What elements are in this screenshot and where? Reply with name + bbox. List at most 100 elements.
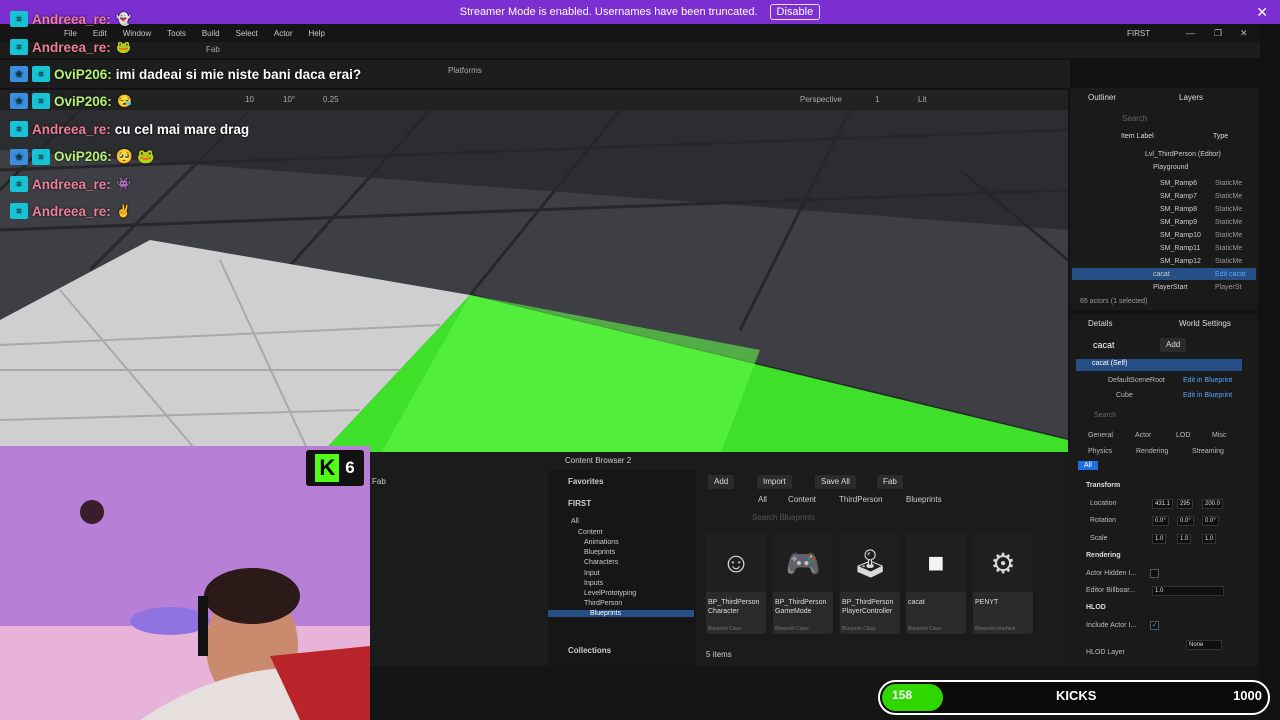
filter-misc[interactable]: Misc [1212, 432, 1226, 439]
asset-search-input[interactable]: Search Blueprints [752, 513, 815, 522]
component-root[interactable]: DefaultSceneRoot [1108, 377, 1165, 384]
tree-blueprints[interactable]: Blueprints [584, 549, 615, 556]
tree-inputs[interactable]: Inputs [584, 580, 603, 587]
location-x[interactable]: 431.1 [1152, 499, 1174, 509]
asset-tile[interactable]: 🎮 BP_ThirdPerson GameMode Blueprint Clas… [773, 534, 833, 634]
menu-help[interactable]: Help [309, 29, 325, 38]
lit-mode-button[interactable]: Lit [918, 95, 926, 104]
asset-tile[interactable]: ☺ BP_ThirdPerson Character Blueprint Cla… [706, 534, 766, 634]
outliner-search-input[interactable]: Search [1122, 114, 1147, 123]
menu-actor[interactable]: Actor [274, 29, 293, 38]
collections-header[interactable]: Collections [568, 646, 611, 655]
disable-button[interactable]: Disable [769, 4, 821, 20]
menu-window[interactable]: Window [123, 29, 151, 38]
level-viewport[interactable] [0, 110, 1068, 455]
maximize-icon[interactable]: ❐ [1214, 28, 1222, 39]
row-type[interactable]: Edit cacat [1215, 271, 1246, 278]
filter-physics[interactable]: Physics [1088, 448, 1112, 455]
menu-file[interactable]: File [64, 29, 77, 38]
actor-hidden-checkbox[interactable] [1150, 569, 1159, 578]
section-hlod[interactable]: HLOD [1086, 604, 1106, 611]
section-rendering[interactable]: Rendering [1086, 552, 1121, 559]
outliner-row-selected[interactable]: cacat Edit cacat [1072, 268, 1256, 280]
menu-tools[interactable]: Tools [167, 29, 186, 38]
tree-thirdperson[interactable]: ThirdPerson [584, 600, 622, 607]
asset-tile[interactable]: ■ cacat Blueprint Class [906, 534, 966, 634]
tab-world-settings[interactable]: World Settings [1179, 319, 1231, 328]
outliner-row[interactable]: Lvl_ThirdPerson (Editor) [1072, 148, 1256, 160]
tab-content-browser[interactable]: Content Browser 2 [565, 456, 631, 465]
outliner-row[interactable]: PlayerStart PlayerSt [1072, 281, 1256, 293]
perspective-button[interactable]: Perspective [800, 95, 842, 104]
filter-lod[interactable]: LOD [1176, 432, 1190, 439]
details-search-input[interactable]: Search [1094, 412, 1116, 419]
crumb-blueprints[interactable]: Blueprints [906, 495, 942, 504]
filter-general[interactable]: General [1088, 432, 1113, 439]
outliner-row[interactable]: SM_Ramp7 StaticMe [1072, 190, 1256, 202]
asset-tile[interactable]: 🕹 BP_ThirdPerson PlayerController Bluepr… [840, 534, 900, 634]
favorites-header[interactable]: Favorites [568, 477, 604, 486]
tree-blueprints-selected[interactable]: Blueprints [548, 610, 694, 617]
hlod-layer-select[interactable]: None [1186, 640, 1222, 650]
component-self[interactable]: cacat (Self) [1076, 359, 1242, 371]
scale-x[interactable]: 1.0 [1152, 534, 1167, 544]
location-label[interactable]: Location [1090, 500, 1116, 507]
tree-content[interactable]: Content [578, 529, 603, 536]
filter-actor[interactable]: Actor [1135, 432, 1151, 439]
menu-edit[interactable]: Edit [93, 29, 107, 38]
actor-name[interactable]: cacat [1093, 340, 1115, 350]
rotation-y[interactable]: 0.0° [1177, 516, 1194, 526]
rotation-z[interactable]: 0.0° [1202, 516, 1219, 526]
crumb-all[interactable]: All [758, 495, 767, 504]
tab-fab[interactable]: Fab [206, 45, 220, 54]
rotation-label[interactable]: Rotation [1090, 517, 1116, 524]
component-cube[interactable]: Cube [1116, 392, 1133, 399]
tree-animations[interactable]: Animations [584, 539, 619, 546]
add-component-button[interactable]: Add [1160, 338, 1187, 352]
outliner-row[interactable]: SM_Ramp10 StaticMe [1072, 229, 1256, 241]
menu-build[interactable]: Build [202, 29, 220, 38]
camera-speed[interactable]: 1 [875, 95, 879, 104]
fab-button[interactable]: Fab [877, 475, 903, 489]
outliner-row[interactable]: SM_Ramp9 StaticMe [1072, 216, 1256, 228]
section-transform[interactable]: Transform [1086, 482, 1120, 489]
import-button[interactable]: Import [757, 475, 792, 489]
scale-y[interactable]: 1.0 [1177, 534, 1192, 544]
save-all-button[interactable]: Save All [815, 475, 856, 489]
outliner-row[interactable]: SM_Ramp12 StaticMe [1072, 255, 1256, 267]
crumb-content[interactable]: Content [788, 495, 816, 504]
rotation-x[interactable]: 0.0° [1152, 516, 1169, 526]
platforms-menu[interactable]: Platforms [448, 66, 482, 75]
tree-characters[interactable]: Characters [584, 559, 618, 566]
filter-streaming[interactable]: Streaming [1192, 448, 1224, 455]
location-y[interactable]: 295 [1177, 499, 1194, 509]
scale-label[interactable]: Scale [1090, 535, 1108, 542]
tab-outliner[interactable]: Outliner [1088, 93, 1116, 102]
outliner-row[interactable]: SM_Ramp6 StaticMe [1072, 177, 1256, 189]
outliner-row[interactable]: Playground [1072, 161, 1256, 173]
banner-close-icon[interactable]: ✕ [1256, 4, 1268, 21]
edit-in-blueprint-link[interactable]: Edit in Blueprint [1183, 392, 1232, 399]
tree-levelprototyping[interactable]: LevelPrototyping [584, 590, 636, 597]
col-item-label[interactable]: Item Label [1121, 133, 1154, 140]
edit-in-blueprint-link[interactable]: Edit in Blueprint [1183, 377, 1232, 384]
scale-z[interactable]: 1.0 [1202, 534, 1217, 544]
col-type[interactable]: Type [1213, 133, 1228, 140]
project-header[interactable]: FIRST [568, 499, 591, 508]
filter-all[interactable]: All [1078, 461, 1098, 470]
asset-tile[interactable]: ⚙ PENYT Blueprint Interface [973, 534, 1033, 634]
snap-rotate-value[interactable]: 10° [283, 95, 295, 104]
close-window-icon[interactable]: ✕ [1240, 28, 1248, 39]
tree-input[interactable]: Input [584, 570, 600, 577]
tab-layers[interactable]: Layers [1179, 93, 1203, 102]
location-z[interactable]: 200.0 [1202, 499, 1224, 509]
snap-move-value[interactable]: 10 [245, 95, 254, 104]
outliner-row[interactable]: SM_Ramp8 StaticMe [1072, 203, 1256, 215]
tab-fab-panel[interactable]: Fab [372, 477, 386, 486]
snap-scale-value[interactable]: 0.25 [323, 95, 339, 104]
outliner-row[interactable]: SM_Ramp11 StaticMe [1072, 242, 1256, 254]
filter-rendering[interactable]: Rendering [1136, 448, 1168, 455]
crumb-thirdperson[interactable]: ThirdPerson [839, 495, 883, 504]
menu-select[interactable]: Select [236, 29, 258, 38]
include-actor-checkbox[interactable]: ✓ [1150, 621, 1159, 630]
